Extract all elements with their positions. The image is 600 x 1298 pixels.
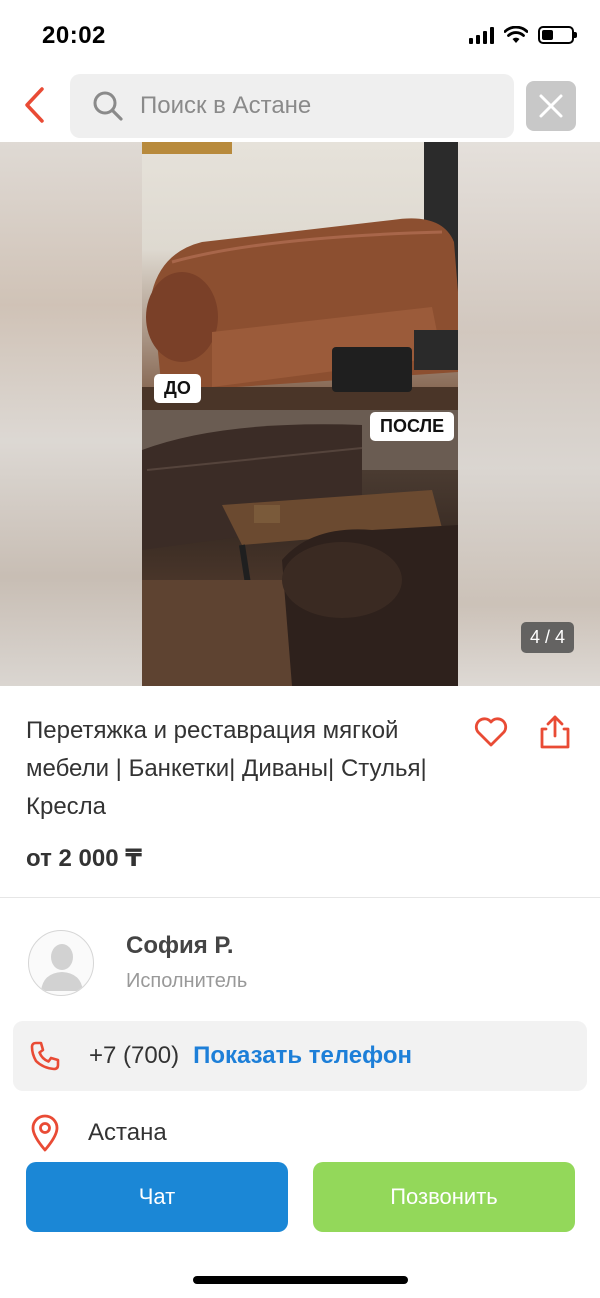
clear-search-button[interactable] bbox=[526, 81, 576, 131]
gallery-blur-left bbox=[0, 142, 142, 686]
search-input[interactable]: Поиск в Астане bbox=[70, 74, 514, 138]
sofa-after-illustration bbox=[142, 410, 458, 686]
wifi-icon bbox=[504, 26, 528, 43]
listing-info: Перетяжка и реставрация мягкой мебели | … bbox=[0, 686, 600, 898]
avatar[interactable] bbox=[28, 930, 94, 996]
signal-icon bbox=[469, 26, 494, 44]
search-placeholder: Поиск в Астане bbox=[140, 92, 312, 119]
phone-row[interactable]: +7 (700) Показать телефон bbox=[13, 1021, 587, 1091]
heart-icon bbox=[474, 717, 508, 747]
sofa-before-illustration bbox=[142, 142, 458, 410]
status-icons bbox=[469, 26, 577, 44]
photo-gallery[interactable]: ДО ПОСЛЕ 4 / 4 bbox=[0, 142, 600, 686]
seller-role: Исполнитель bbox=[126, 970, 248, 992]
back-button[interactable] bbox=[14, 82, 54, 128]
show-phone-link[interactable]: Показать телефон bbox=[193, 1042, 412, 1070]
gallery-blur-right bbox=[458, 142, 600, 686]
gallery-photo[interactable]: ДО ПОСЛЕ bbox=[142, 142, 458, 686]
seller-info[interactable]: София Р. Исполнитель bbox=[0, 926, 600, 1006]
seller-name[interactable]: София Р. bbox=[126, 932, 234, 960]
call-button[interactable]: Позвонить bbox=[313, 1162, 575, 1232]
chevron-left-icon bbox=[25, 87, 44, 123]
phone-icon bbox=[29, 1040, 61, 1072]
photo-after-image bbox=[142, 410, 458, 686]
battery-icon bbox=[538, 26, 577, 44]
user-placeholder-icon bbox=[41, 944, 83, 991]
favorite-button[interactable] bbox=[472, 714, 510, 750]
gallery-counter: 4 / 4 bbox=[520, 622, 574, 653]
phone-number: +7 (700) bbox=[89, 1042, 180, 1069]
listing-title: Перетяжка и реставрация мягкой мебели | … bbox=[26, 717, 427, 820]
share-button[interactable] bbox=[536, 712, 574, 752]
search-icon bbox=[93, 91, 123, 121]
chat-button[interactable]: Чат bbox=[26, 1162, 288, 1232]
status-time: 20:02 bbox=[42, 22, 106, 49]
label-after: ПОСЛЕ bbox=[370, 412, 455, 441]
search-header: Поиск в Астане bbox=[0, 72, 600, 140]
close-icon bbox=[539, 94, 563, 118]
location-pin-icon bbox=[28, 1113, 62, 1153]
listing-price: от 2 000 ₸ bbox=[26, 845, 142, 872]
action-bar: Чат Позвонить bbox=[0, 1162, 600, 1234]
location-city: Астана bbox=[88, 1119, 167, 1146]
home-indicator bbox=[193, 1276, 408, 1284]
location-row: Астана bbox=[0, 1112, 600, 1154]
status-bar: 20:02 bbox=[0, 0, 600, 70]
label-before: ДО bbox=[154, 374, 201, 403]
share-icon bbox=[540, 715, 570, 749]
photo-before-image bbox=[142, 142, 458, 410]
